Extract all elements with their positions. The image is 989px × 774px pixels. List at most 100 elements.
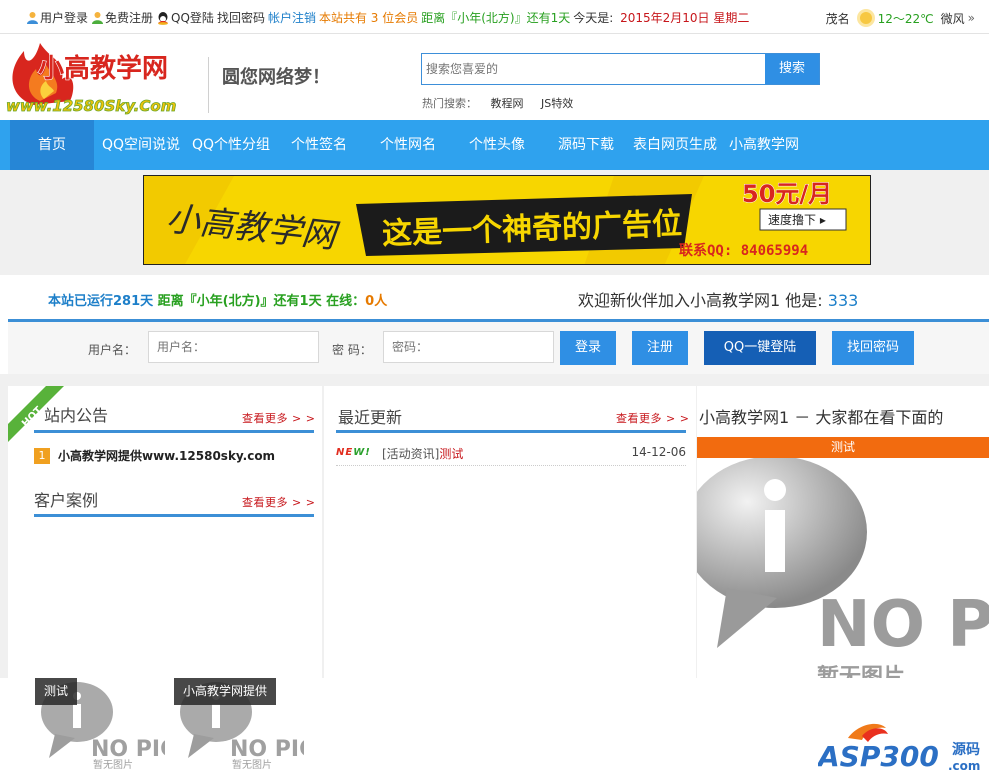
nav-home[interactable]: 首页	[10, 120, 94, 170]
login-link[interactable]: 用户登录	[40, 9, 88, 26]
left-column: HOT 站内公告 查看更多 > > 1 小高教学网提供www.12580sky.…	[8, 386, 322, 678]
notice-text: 小高教学网提供www.12580sky.com	[58, 449, 276, 463]
logout-link[interactable]: 帐户注销	[268, 9, 316, 26]
user-icon	[27, 12, 38, 24]
new-member[interactable]: 333	[828, 291, 859, 310]
watermark-brand: ASP300	[818, 740, 939, 773]
no-pic-image[interactable]: NO PIC 暂无图片	[697, 458, 989, 678]
logo-text: 小高教学网	[38, 53, 168, 84]
online-label: 在线：	[326, 294, 366, 309]
thumb-no-pic: NO PIC	[230, 737, 304, 762]
middle-column: 最近更新 查看更多 > > NEW! [活动资讯]测试 14-12-06	[324, 386, 696, 678]
notice-item[interactable]: 1 小高教学网提供www.12580sky.com	[34, 447, 275, 464]
thumb-no-pic-sub: 暂无图片	[232, 758, 272, 771]
nav-qq-group[interactable]: QQ个性分组	[192, 120, 270, 170]
weather-temp: 12～22℃	[877, 11, 934, 26]
run-days: 本站已运行281天	[48, 294, 154, 309]
qq-login-link[interactable]: QQ登陆	[171, 9, 214, 26]
nav-love-page[interactable]: 表白网页生成	[633, 120, 717, 170]
notice-number: 1	[34, 447, 50, 464]
sun-icon	[856, 9, 875, 27]
nav-signature[interactable]: 个性签名	[291, 120, 347, 170]
qq-icon	[158, 11, 169, 25]
site-logo[interactable]: 小高教学网 www.12580Sky.Com	[4, 35, 194, 119]
right-column: 小高教学网1 － 大家都在看下面的 测试 NO PIC 暂无图片	[697, 386, 989, 678]
case-thumb-label[interactable]: 小高教学网提供	[174, 678, 277, 705]
nav-site[interactable]: 小高教学网	[729, 120, 799, 170]
weather-wind: 微风	[940, 11, 965, 26]
case-divider	[34, 514, 314, 517]
welcome-text: 欢迎新伙伴加入小高教学网1 他是: 333	[578, 287, 858, 311]
update-title: [活动资讯]测试	[382, 445, 463, 462]
watermark-cn: 源码	[952, 741, 980, 758]
notice-divider	[34, 430, 314, 433]
find-password-link[interactable]: 找回密码	[217, 9, 265, 26]
no-pic-text: NO PIC	[817, 588, 989, 662]
hot-keyword[interactable]: 教程网	[491, 97, 524, 110]
run-stats: 本站已运行281天 距离『小年(北方)』还有1天 在线：0人	[48, 290, 387, 309]
main-nav: 首页 QQ空间说说 QQ个性分组 个性签名 个性网名 个性头像 源码下载 表白网…	[0, 120, 989, 170]
thumb-no-pic: NO PIC	[91, 737, 165, 762]
search-button[interactable]: 搜索	[765, 54, 819, 84]
search-box: 搜索	[421, 53, 820, 85]
update-name: 测试	[439, 447, 464, 461]
ad-cta: 速度撸下 ▸	[768, 212, 826, 227]
update-date: 14-12-06	[631, 445, 686, 459]
updates-divider	[336, 430, 686, 433]
trending-item-label[interactable]: 测试	[697, 437, 989, 458]
nav-qq-shuoshuo[interactable]: QQ空间说说	[102, 120, 180, 170]
trending-title: 小高教学网1 － 大家都在看下面的	[699, 408, 944, 427]
search-input[interactable]	[422, 54, 765, 84]
login-button[interactable]: 登录	[560, 331, 616, 365]
updates-more-link[interactable]: 查看更多 > >	[616, 410, 689, 426]
update-category: [活动资讯]	[382, 447, 440, 461]
hot-search-label: 热门搜索：	[422, 97, 477, 110]
notice-title: 站内公告	[44, 406, 109, 425]
header: 小高教学网 www.12580Sky.Com 圆您网络梦！ 搜索 热门搜索： 教…	[0, 35, 989, 120]
festival-countdown: 距离『小年(北方)』还有1天	[421, 11, 571, 25]
logo-url: www.12580Sky.Com	[6, 97, 176, 115]
username-label: 用户名：	[88, 343, 137, 357]
case-title: 客户案例	[34, 491, 99, 510]
today-date: 今天是: 2015年2月10日 星期二	[573, 11, 750, 25]
username-input[interactable]	[148, 331, 319, 363]
site-stats: 本站已运行281天 距离『小年(北方)』还有1天 在线：0人 欢迎新伙伴加入小高…	[8, 276, 989, 322]
ad-banner-art: 小高教学网 这是一个神奇的广告位 50元/月 速度撸下 ▸ 联系QQ: 8406…	[144, 176, 870, 264]
new-badge: NEW!	[336, 447, 371, 458]
slogan: 圆您网络梦！	[222, 67, 330, 88]
nav-avatar[interactable]: 个性头像	[469, 120, 525, 170]
register-link[interactable]: 免费注册	[105, 9, 153, 26]
thumb-no-pic-sub: 暂无图片	[93, 758, 133, 771]
member-count: 本站共有 3 位会员	[318, 11, 419, 25]
weather-city: 茂名	[825, 11, 850, 26]
hot-keyword[interactable]: JS特效	[541, 97, 573, 110]
chevron-right-icon[interactable]: »	[968, 11, 975, 25]
login-bar: 用户名： 密 码： 登录 注册 QQ一键登陆 找回密码	[8, 322, 989, 374]
case-thumb-label[interactable]: 测试	[35, 678, 78, 705]
top-links: 用户登录 免费注册 QQ登陆 找回密码 帐户注销 本站共有 3 位会员 距离『小…	[26, 9, 755, 26]
hot-search: 热门搜索： 教程网 JS特效	[422, 95, 587, 111]
register-button[interactable]: 注册	[632, 331, 688, 365]
update-row[interactable]: NEW! [活动资讯]测试 14-12-06	[336, 444, 686, 466]
watermark-com: .com	[948, 759, 980, 773]
notice-more-link[interactable]: 查看更多 > >	[242, 410, 315, 426]
online-count: 0人	[365, 294, 388, 309]
password-input[interactable]	[383, 331, 554, 363]
nav-nickname[interactable]: 个性网名	[380, 120, 436, 170]
ad-price: 50元/月	[742, 180, 832, 208]
no-pic-subtext: 暂无图片	[817, 664, 905, 678]
register-icon	[92, 12, 104, 24]
find-password-button[interactable]: 找回密码	[832, 331, 914, 365]
updates-title: 最近更新	[338, 408, 403, 427]
nav-source-download[interactable]: 源码下载	[558, 120, 614, 170]
asp300-watermark: ASP300 源码 .com	[818, 723, 980, 774]
case-more-link[interactable]: 查看更多 > >	[242, 494, 315, 510]
qq-login-button[interactable]: QQ一键登陆	[704, 331, 816, 365]
ad-contact: 联系QQ: 84065994	[679, 242, 808, 259]
password-label: 密 码：	[332, 343, 372, 357]
welcome-message: 欢迎新伙伴加入小高教学网1 他是:	[578, 291, 823, 310]
header-divider	[208, 57, 209, 113]
weather: 茂名 12～22℃ 微风 »	[826, 8, 975, 28]
ad-banner[interactable]: 小高教学网 这是一个神奇的广告位 50元/月 速度撸下 ▸ 联系QQ: 8406…	[143, 175, 871, 265]
top-bar: 用户登录 免费注册 QQ登陆 找回密码 帐户注销 本站共有 3 位会员 距离『小…	[0, 0, 989, 34]
